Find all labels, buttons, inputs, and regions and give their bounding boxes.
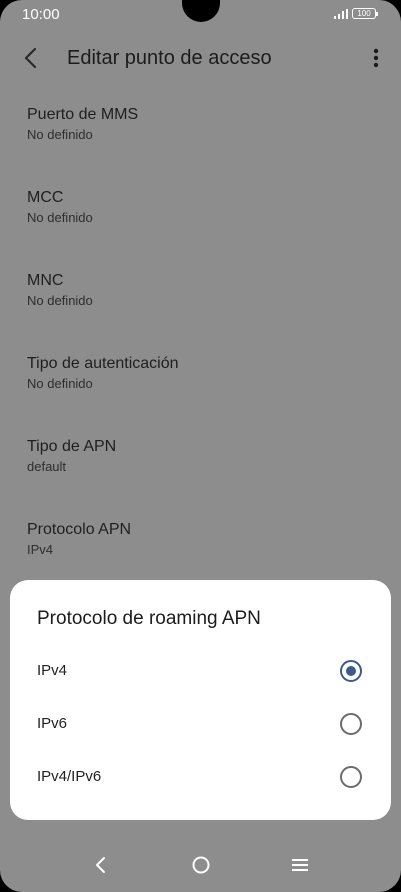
setting-value: No definido <box>27 293 93 308</box>
setting-apn-type[interactable]: Tipo de APN default <box>27 438 367 474</box>
option-ipv6[interactable]: IPv6 <box>10 699 391 751</box>
option-label: IPv6 <box>37 715 68 732</box>
setting-value: IPv4 <box>27 542 54 557</box>
option-ipv4[interactable]: IPv4 <box>10 646 391 698</box>
setting-value: No definido <box>27 210 93 225</box>
setting-label: MNC <box>27 272 64 289</box>
back-arrow-icon[interactable] <box>20 46 44 70</box>
status-time: 10:00 <box>22 6 60 23</box>
setting-label: Protocolo APN <box>27 521 132 538</box>
screen: 10:00 100 Editar punto de acceso Puerto … <box>0 0 401 892</box>
page-title: Editar punto de acceso <box>67 47 272 69</box>
setting-apn-protocol[interactable]: Protocolo APN IPv4 <box>27 521 367 557</box>
radio-unselected-icon[interactable] <box>340 766 362 788</box>
signal-icon <box>334 9 348 19</box>
setting-label: Tipo de APN <box>27 438 117 455</box>
radio-unselected-icon[interactable] <box>340 713 362 735</box>
nav-back-icon[interactable] <box>90 854 112 876</box>
dialog-title: Protocolo de roaming APN <box>37 608 261 629</box>
radio-selected-icon[interactable] <box>340 660 362 682</box>
setting-mnc[interactable]: MNC No definido <box>27 272 367 308</box>
camera-notch <box>182 0 220 22</box>
navigation-bar <box>0 838 401 892</box>
nav-home-icon[interactable] <box>190 854 212 876</box>
more-vert-icon[interactable] <box>366 46 386 70</box>
setting-auth-type[interactable]: Tipo de autenticación No definido <box>27 355 367 391</box>
setting-value: No definido <box>27 376 93 391</box>
roaming-protocol-dialog: Protocolo de roaming APN IPv4 IPv6 IPv4/… <box>10 580 391 820</box>
option-label: IPv4/IPv6 <box>37 768 102 785</box>
setting-value: default <box>27 459 67 474</box>
setting-label: Tipo de autenticación <box>27 355 179 372</box>
nav-menu-icon[interactable] <box>289 854 311 876</box>
battery-icon: 100 <box>352 8 378 19</box>
setting-mms-port[interactable]: Puerto de MMS No definido <box>27 106 367 142</box>
setting-value: No definido <box>27 127 93 142</box>
setting-label: Puerto de MMS <box>27 106 139 123</box>
setting-mcc[interactable]: MCC No definido <box>27 189 367 225</box>
option-label: IPv4 <box>37 662 68 679</box>
setting-label: MCC <box>27 189 64 206</box>
option-ipv4-ipv6[interactable]: IPv4/IPv6 <box>10 752 391 804</box>
status-bar: 10:00 100 <box>0 0 401 30</box>
